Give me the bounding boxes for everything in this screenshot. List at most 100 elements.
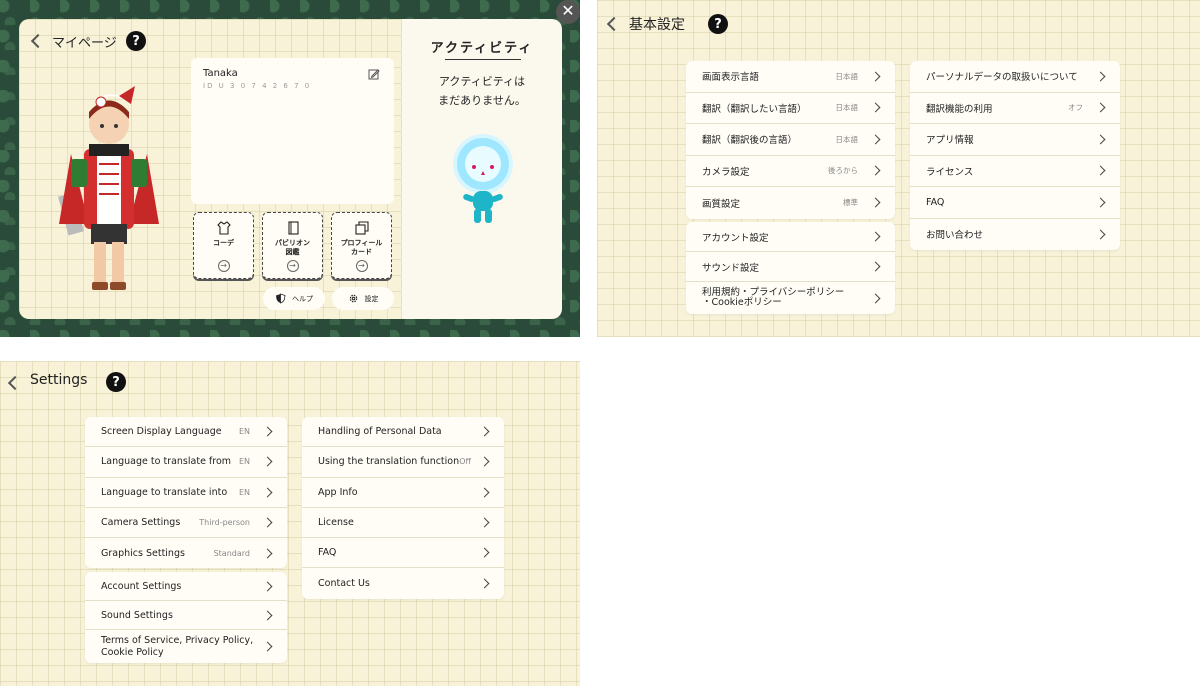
setting-row-contact[interactable]: Contact Us [302,568,504,598]
setting-row-personal-data[interactable]: Handling of Personal Data [302,417,504,448]
setting-row-app-info[interactable]: App Info [302,478,504,508]
setting-row-translate-from[interactable]: Language to translate from EN [85,447,287,478]
chevron-right-icon [1095,71,1106,82]
setting-row-graphics[interactable]: 画質設定 標準 [686,187,895,219]
chevron-right-icon [870,293,881,303]
setting-row-translate-into[interactable]: 翻訳（翻訳後の言語） 日本語 [686,124,895,156]
setting-row-graphics[interactable]: Graphics Settings Standard [85,538,287,568]
setting-row-display-language[interactable]: Screen Display Language EN [85,417,287,448]
setting-row-account[interactable]: Account Settings [85,572,287,601]
arrow-right-icon: → [355,260,368,272]
chevron-right-icon [262,426,273,437]
setting-row-translation-function[interactable]: Using the translation function Off [302,447,504,478]
page-title: Settings [30,372,88,388]
page-title: マイページ [52,36,117,51]
tshirt-icon [216,221,231,235]
setting-row-translation-function[interactable]: 翻訳機能の利用 オフ [910,93,1120,124]
chevron-right-icon [262,641,273,652]
chevron-right-icon [262,456,273,467]
settings-panel-jp: 基本設定 ? 画面表示言語 日本語 翻訳（翻訳したい言語） 日本語 翻訳（翻訳後… [597,0,1200,337]
chevron-right-icon [262,517,273,528]
activity-panel: アクティビティ アクティビティは まだありません。 [401,19,562,319]
setting-row-contact[interactable]: お問い合わせ [910,219,1120,251]
setting-row-sound[interactable]: サウンド設定 [686,252,895,282]
setting-row-terms[interactable]: Terms of Service, Privacy Policy, Cookie… [85,630,287,663]
tile-label: パビリオン 図鑑 [275,239,310,256]
chevron-right-icon [870,71,881,82]
chevron-right-icon [262,487,273,498]
chevron-right-icon [479,426,490,437]
setting-row-display-language[interactable]: 画面表示言語 日本語 [686,61,895,93]
pencil-icon[interactable] [368,68,380,80]
gear-icon [349,294,357,303]
chevron-right-icon [479,456,490,467]
setting-row-terms[interactable]: 利用規約・プライバシーポリシー ・Cookieポリシー [686,282,895,314]
settings-panel-en: Settings ? Screen Display Language EN La… [0,361,580,686]
profile-name: Tanaka [203,68,238,79]
setting-row-sound[interactable]: Sound Settings [85,601,287,630]
setting-row-faq[interactable]: FAQ [302,538,504,569]
setting-row-account[interactable]: アカウント設定 [686,222,895,252]
arrow-right-icon: → [286,260,299,272]
tile-label: コーデ [213,239,234,247]
chevron-right-icon [1095,197,1106,208]
chevron-right-icon [870,197,881,208]
page-title: 基本設定 [629,17,685,33]
setting-row-faq[interactable]: FAQ [910,187,1120,219]
question-icon[interactable]: ? [106,372,126,392]
mypage-main: マイページ ? Tanaka ID U 3 0 7 4 2 6 7 0 コーデ … [19,19,401,319]
arrow-right-icon: → [217,260,230,272]
setting-row-license[interactable]: ライセンス [910,156,1120,187]
settings-group-info: Handling of Personal Data Using the tran… [302,417,504,599]
help-button[interactable]: ヘルプ [263,287,325,310]
cards-icon [354,221,369,235]
mypage-panel: マイページ ? Tanaka ID U 3 0 7 4 2 6 7 0 コーデ … [0,0,580,337]
chevron-right-icon [870,134,881,145]
chevron-right-icon [262,610,273,620]
chevron-left-icon[interactable] [30,33,46,49]
chevron-right-icon [1095,102,1106,113]
activity-empty-message: アクティビティは まだありません。 [438,75,526,107]
settings-group-display: Screen Display Language EN Language to t… [85,417,287,569]
setting-row-camera[interactable]: カメラ設定 後ろから [686,156,895,187]
settings-button[interactable]: 設定 [332,287,394,310]
chevron-left-icon[interactable] [7,375,23,391]
question-icon[interactable]: ? [708,14,728,34]
shield-icon [276,293,286,304]
chevron-right-icon [479,547,490,558]
profile-card: Tanaka ID U 3 0 7 4 2 6 7 0 [191,58,394,204]
settings-group-account: Account Settings Sound Settings Terms of… [85,572,287,663]
chevron-right-icon [870,261,881,272]
setting-row-personal-data[interactable]: パーソナルデータの取扱いについて [910,61,1120,93]
pavilion-guide-tile[interactable]: パビリオン 図鑑 → [262,212,323,279]
divider [445,59,521,60]
profile-card-tile[interactable]: プロフィール カード → [331,212,392,279]
chevron-right-icon [870,231,881,242]
mascot-character [453,134,513,223]
question-icon[interactable]: ? [126,31,146,51]
chevron-left-icon[interactable] [606,16,622,32]
settings-group-info: パーソナルデータの取扱いについて 翻訳機能の利用 オフ アプリ情報 ライセンス … [910,61,1120,250]
setting-row-translate-into[interactable]: Language to translate into EN [85,478,287,508]
chevron-right-icon [1095,165,1106,176]
avatar[interactable] [49,74,169,304]
chevron-right-icon [870,102,881,113]
close-icon[interactable]: ✕ [556,0,580,24]
settings-group-display: 画面表示言語 日本語 翻訳（翻訳したい言語） 日本語 翻訳（翻訳後の言語） 日本… [686,61,895,219]
chevron-right-icon [870,165,881,176]
chevron-right-icon [479,517,490,528]
setting-row-translate-from[interactable]: 翻訳（翻訳したい言語） 日本語 [686,93,895,124]
chevron-right-icon [1095,134,1106,145]
chevron-right-icon [1095,229,1106,240]
setting-row-app-info[interactable]: アプリ情報 [910,124,1120,156]
chevron-right-icon [262,548,273,559]
coordinate-tile[interactable]: コーデ → [193,212,254,279]
profile-id: ID U 3 0 7 4 2 6 7 0 [203,82,312,90]
chevron-right-icon [262,581,273,591]
setting-row-camera[interactable]: Camera Settings Third-person [85,508,287,539]
book-icon [287,221,299,235]
activity-title: アクティビティ [430,41,534,56]
chevron-right-icon [479,578,490,589]
settings-group-account: アカウント設定 サウンド設定 利用規約・プライバシーポリシー ・Cookieポリ… [686,222,895,314]
setting-row-license[interactable]: License [302,508,504,539]
